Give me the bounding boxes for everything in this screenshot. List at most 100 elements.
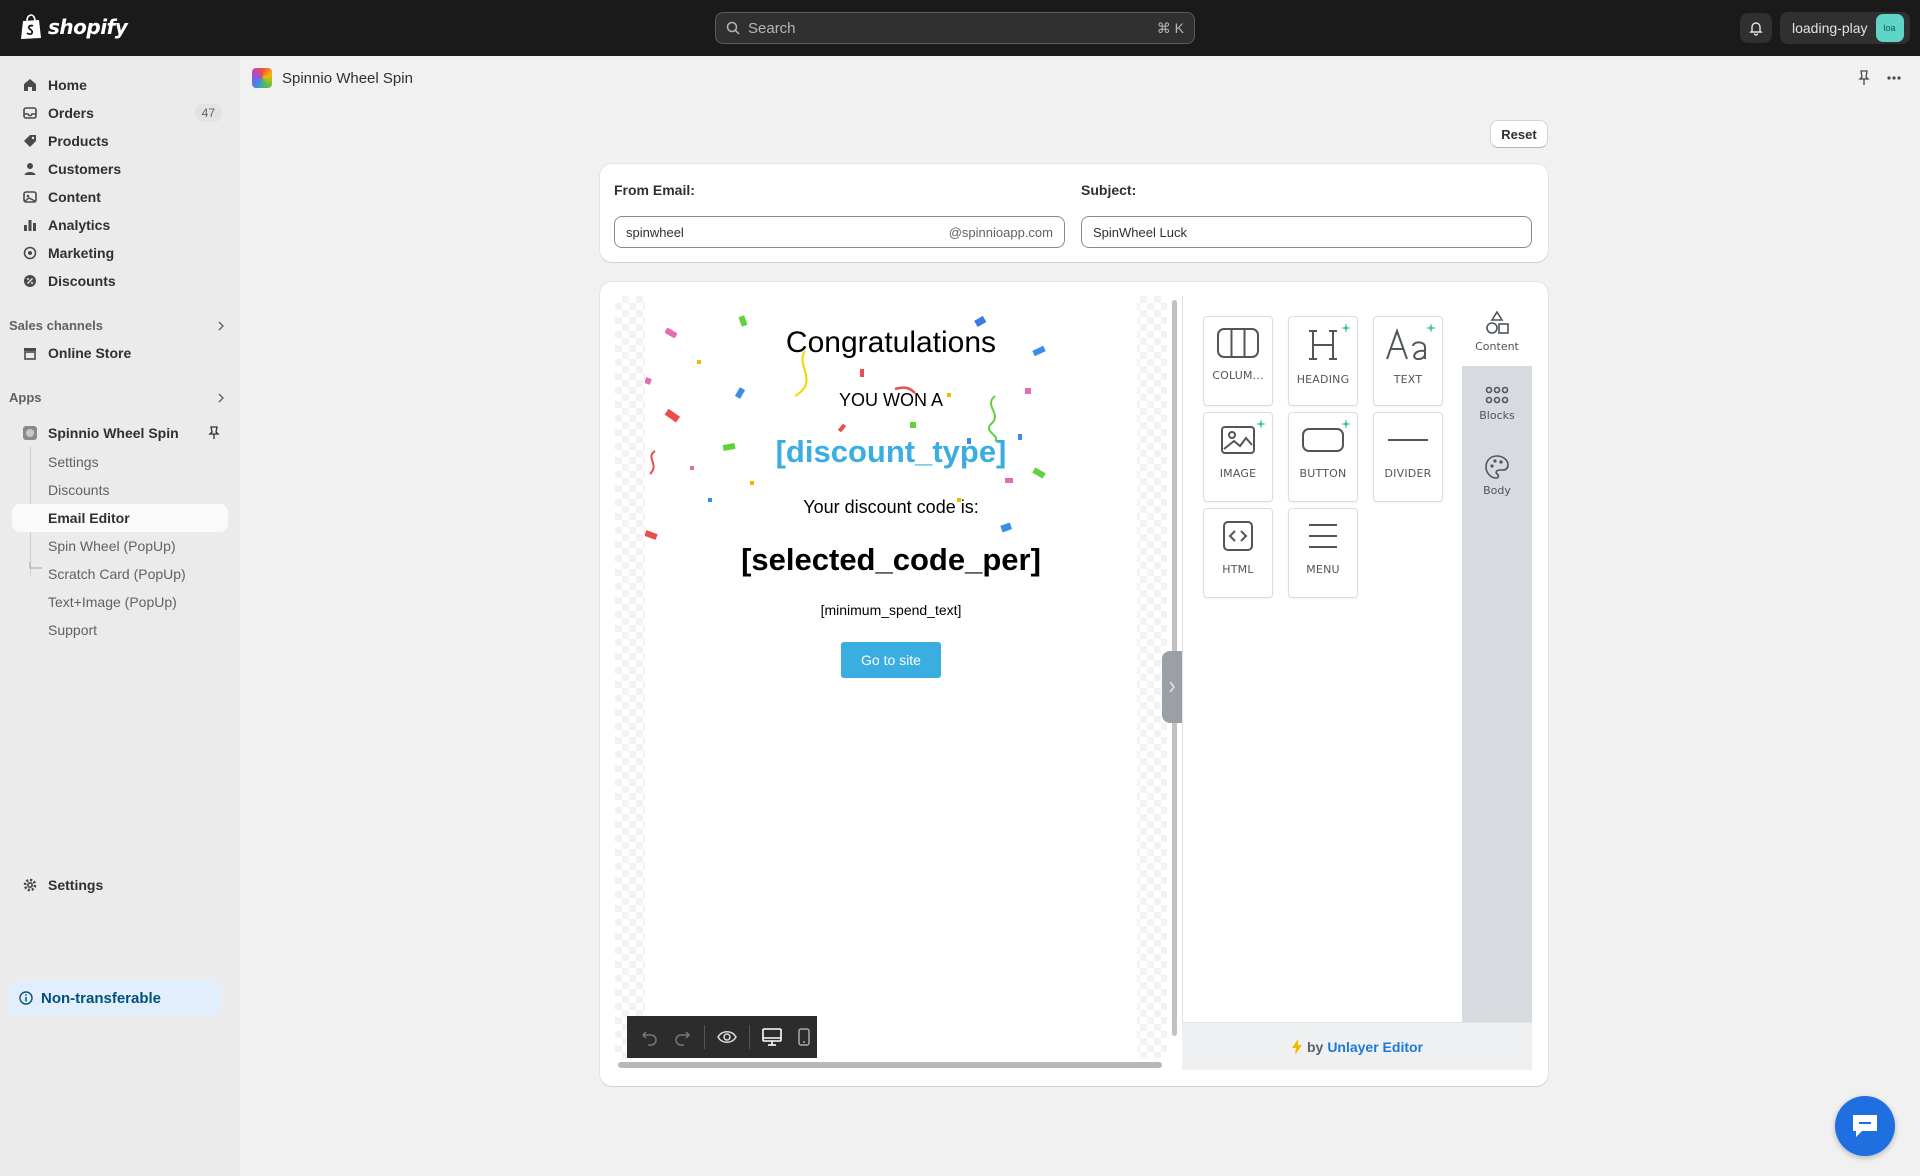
subject-field[interactable]: SpinWheel Luck	[1081, 216, 1532, 248]
sidebar-item-spinnio-app[interactable]: Spinnio Wheel Spin	[12, 419, 228, 447]
tab-content[interactable]: Content	[1462, 296, 1532, 366]
bar-chart-icon	[22, 217, 38, 233]
tool-label: COLUM...	[1212, 369, 1264, 382]
email-canvas[interactable]: Congratulations YOU WON A [discount_type…	[615, 296, 1167, 1058]
more-options-icon[interactable]	[1886, 70, 1902, 86]
sidebar: Home Orders 47 Products Customers Conten…	[0, 56, 240, 1176]
content-tools-panel: COLUM... HEADING TEXT IMAGE BUTTON DIVID…	[1182, 296, 1462, 1022]
tool-columns[interactable]: COLUM...	[1203, 316, 1273, 406]
tool-heading[interactable]: HEADING	[1288, 316, 1358, 406]
divider-icon	[1388, 439, 1428, 441]
mobile-view-button[interactable]	[791, 1024, 817, 1050]
from-email-suffix: @spinnioapp.com	[948, 224, 1053, 240]
tab-label: Body	[1483, 483, 1511, 497]
page-title: Spinnio Wheel Spin	[282, 69, 413, 87]
undo-button[interactable]	[637, 1024, 663, 1050]
email-discount-code[interactable]: [selected_code_per]	[645, 542, 1137, 578]
email-minimum-spend[interactable]: [minimum_spend_text]	[645, 602, 1137, 618]
sidebar-item-label: Home	[48, 77, 87, 93]
sidebar-item-analytics[interactable]: Analytics	[12, 211, 228, 239]
confetti-decoration	[645, 315, 1046, 540]
tool-image[interactable]: IMAGE	[1203, 412, 1273, 502]
go-to-site-button[interactable]: Go to site	[841, 642, 941, 678]
brand-name: shopify	[48, 15, 128, 39]
ai-sparkle-icon	[1426, 323, 1436, 333]
unlayer-link[interactable]: Unlayer Editor	[1327, 1039, 1423, 1055]
preview-button[interactable]	[714, 1024, 740, 1050]
tool-divider[interactable]: DIVIDER	[1373, 412, 1443, 502]
sidebar-item-discounts[interactable]: Discounts	[12, 267, 228, 295]
html-icon	[1223, 521, 1253, 551]
orders-icon	[22, 105, 38, 121]
tool-button[interactable]: BUTTON	[1288, 412, 1358, 502]
chat-icon	[1853, 1115, 1877, 1137]
reset-button[interactable]: Reset	[1490, 120, 1548, 148]
shopify-logo[interactable]: shopify	[20, 14, 128, 40]
sidebar-item-label: Marketing	[48, 245, 115, 261]
header-actions	[1858, 70, 1902, 86]
redo-icon	[675, 1031, 691, 1046]
chevron-right-icon	[1169, 681, 1175, 693]
tool-label: HEADING	[1296, 373, 1350, 386]
sidebar-item-home[interactable]: Home	[12, 71, 228, 99]
tab-body[interactable]: Body	[1462, 440, 1532, 510]
search-placeholder: Search	[748, 19, 796, 37]
pin-icon[interactable]	[1858, 70, 1870, 86]
canvas-horizontal-scrollbar[interactable]	[618, 1062, 1162, 1068]
sidebar-item-label: Customers	[48, 161, 122, 177]
search-input[interactable]: Search ⌘ K	[715, 12, 1195, 44]
image-icon	[1221, 426, 1255, 454]
account-menu[interactable]: loading-play loa	[1780, 12, 1910, 44]
tab-blocks[interactable]: Blocks	[1462, 368, 1532, 438]
from-email-value: spinwheel	[626, 224, 684, 240]
sidebar-subitem-scratch-card[interactable]: Scratch Card (PopUp)	[48, 560, 186, 588]
tag-icon	[22, 133, 38, 149]
lightning-icon	[1291, 1038, 1302, 1055]
sidebar-item-products[interactable]: Products	[12, 127, 228, 155]
sidebar-subitem-text-image[interactable]: Text+Image (PopUp)	[48, 588, 177, 616]
tool-menu[interactable]: MENU	[1288, 508, 1358, 598]
sidebar-item-label: Discounts	[48, 273, 116, 289]
sidebar-item-online-store[interactable]: Online Store	[12, 339, 228, 367]
sidebar-subitem-email-editor[interactable]: Email Editor	[48, 504, 130, 532]
home-icon	[22, 77, 38, 93]
toolbar-divider	[749, 1025, 750, 1049]
sidebar-item-marketing[interactable]: Marketing	[12, 239, 228, 267]
sidebar-subitem-discounts[interactable]: Discounts	[48, 476, 109, 504]
tool-label: IMAGE	[1219, 467, 1257, 480]
non-transferable-label: Non-transferable	[41, 989, 162, 1007]
sidebar-item-label: Settings	[48, 877, 104, 893]
pin-icon[interactable]	[208, 426, 220, 440]
sidebar-item-orders[interactable]: Orders 47	[12, 99, 228, 127]
apps-header[interactable]: Apps	[9, 390, 225, 405]
tree-elbow	[29, 562, 42, 569]
app-title-bar: Spinnio Wheel Spin	[252, 66, 413, 90]
search-icon	[726, 21, 740, 35]
store-icon	[22, 345, 38, 361]
non-transferable-banner[interactable]: Non-transferable	[9, 980, 221, 1016]
target-icon	[22, 245, 38, 261]
editor-toolbar	[627, 1016, 817, 1058]
sidebar-subitem-support[interactable]: Support	[48, 616, 97, 644]
redo-button[interactable]	[669, 1024, 695, 1050]
sidebar-subitem-settings[interactable]: Settings	[48, 448, 99, 476]
email-settings-card: From Email: spinwheel @spinnioapp.com Su…	[600, 164, 1548, 262]
from-email-field[interactable]: spinwheel @spinnioapp.com	[614, 216, 1065, 248]
sales-channels-header[interactable]: Sales channels	[9, 318, 225, 333]
sidebar-item-customers[interactable]: Customers	[12, 155, 228, 183]
tool-text[interactable]: TEXT	[1373, 316, 1443, 406]
subject-value: SpinWheel Luck	[1093, 224, 1187, 240]
sidebar-item-settings[interactable]: Settings	[12, 871, 228, 899]
sidebar-item-content[interactable]: Content	[12, 183, 228, 211]
tool-label: MENU	[1306, 563, 1340, 576]
chat-support-button[interactable]	[1835, 1096, 1895, 1156]
notifications-button[interactable]	[1740, 13, 1772, 43]
sidebar-subitem-spin-wheel[interactable]: Spin Wheel (PopUp)	[48, 532, 176, 560]
desktop-view-button[interactable]	[759, 1024, 785, 1050]
tool-html[interactable]: HTML	[1203, 508, 1273, 598]
tool-label: TEXT	[1393, 373, 1423, 386]
panel-collapse-handle[interactable]	[1162, 651, 1182, 723]
orders-count-badge: 47	[194, 104, 222, 122]
search-shortcut: ⌘ K	[1156, 19, 1184, 36]
sidebar-item-label: Online Store	[48, 345, 132, 361]
